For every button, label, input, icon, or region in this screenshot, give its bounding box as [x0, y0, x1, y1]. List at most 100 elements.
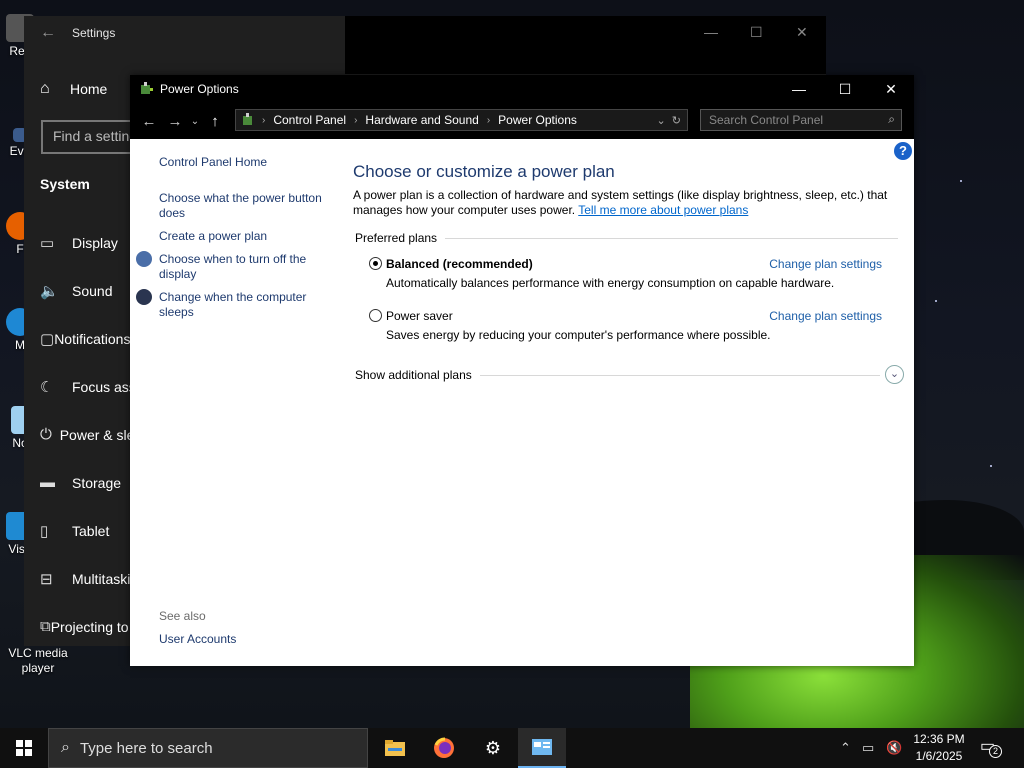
- breadcrumb-hardware-sound[interactable]: Hardware and Sound: [365, 113, 478, 127]
- settings-item-label: Sound: [72, 283, 113, 299]
- windows-logo-icon: [16, 740, 32, 756]
- file-explorer-icon: [385, 740, 405, 756]
- breadcrumb-separator-icon: ›: [354, 114, 358, 126]
- balanced-radio[interactable]: [369, 257, 382, 270]
- storage-icon: ▬: [40, 474, 55, 491]
- back-arrow-icon[interactable]: ←: [136, 113, 162, 130]
- home-icon: ⌂: [40, 80, 50, 97]
- volume-muted-icon[interactable]: 🔇: [886, 740, 902, 756]
- main-content: ? Choose or customize a power plan A pow…: [353, 139, 914, 666]
- page-title: Choose or customize a power plan: [353, 162, 615, 181]
- search-control-panel-input[interactable]: Search Control Panel ⌕: [700, 109, 902, 131]
- power-titlebar: Power Options — ☐ ✕: [130, 75, 914, 103]
- settings-home[interactable]: ⌂ Home: [40, 80, 107, 98]
- firefox-icon: [434, 737, 454, 758]
- settings-home-label: Home: [70, 81, 108, 97]
- navigation-bar: ← → ⌄ ↑ › Control Panel › Hardware and S…: [130, 103, 914, 139]
- firefox-button[interactable]: [420, 728, 468, 768]
- file-explorer-button[interactable]: [371, 728, 419, 768]
- plan-name[interactable]: Power saver: [386, 309, 453, 323]
- plan-description: Automatically balances performance with …: [386, 276, 835, 290]
- minimize-button[interactable]: —: [704, 24, 718, 40]
- multitasking-icon: ⊟: [40, 571, 53, 588]
- settings-title: Settings: [72, 26, 116, 40]
- close-button[interactable]: ✕: [868, 75, 914, 103]
- minimize-button[interactable]: —: [776, 75, 822, 103]
- address-dropdown-refresh[interactable]: ⌄ ↻: [656, 114, 681, 127]
- taskbar-search-input[interactable]: ⌕ Type here to search: [48, 728, 368, 768]
- breadcrumb-separator-icon: ›: [486, 114, 491, 126]
- power-saver-radio[interactable]: [369, 309, 382, 322]
- power-icon: ⏻: [40, 426, 52, 443]
- computer-sleeps-link[interactable]: Change when the computer sleeps: [159, 290, 334, 320]
- user-accounts-link[interactable]: User Accounts: [159, 632, 236, 646]
- plan-description: Saves energy by reducing your computer's…: [386, 328, 771, 342]
- recent-locations-chevron-icon[interactable]: ⌄: [188, 116, 202, 127]
- clock[interactable]: 12:36 PM 1/6/2025: [910, 731, 968, 765]
- network-icon[interactable]: ▭: [862, 740, 874, 756]
- chevron-down-icon[interactable]: ⌄: [656, 115, 665, 127]
- up-arrow-icon[interactable]: ↑: [202, 113, 228, 130]
- power-button-link[interactable]: Choose what the power button does: [159, 191, 334, 221]
- breadcrumb-separator-icon: ›: [262, 114, 266, 126]
- back-arrow-icon[interactable]: ←: [24, 24, 72, 42]
- search-icon: ⌕: [61, 739, 70, 756]
- turn-off-display-link[interactable]: Choose when to turn off the display: [159, 252, 334, 282]
- desktop-icon-label: VLC media player: [8, 646, 68, 675]
- left-navigation: Control Panel Home Choose what the power…: [130, 139, 340, 666]
- additional-plans-section[interactable]: Show additional plans: [355, 368, 880, 382]
- settings-gear-icon: ⚙: [484, 737, 502, 758]
- taskbar-search-placeholder: Type here to search: [79, 739, 213, 757]
- address-bar[interactable]: › Control Panel › Hardware and Sound › P…: [235, 109, 688, 131]
- sleep-moon-icon: [136, 289, 152, 305]
- star: [990, 465, 992, 467]
- star: [960, 180, 962, 182]
- plan-name[interactable]: Balanced (recommended): [386, 257, 533, 271]
- maximize-button[interactable]: ☐: [822, 75, 868, 103]
- expand-chevron-icon[interactable]: ⌄: [885, 365, 904, 384]
- power-options-icon: [141, 82, 153, 94]
- notification-count-badge: 2: [989, 745, 1002, 758]
- control-panel-icon: [243, 113, 252, 125]
- settings-item-label: Tablet: [72, 523, 110, 539]
- forward-arrow-icon[interactable]: →: [162, 113, 188, 130]
- power-options-window: Power Options — ☐ ✕ ← → ⌄ ↑ › Control Pa…: [130, 75, 914, 666]
- notifications-icon: ▢: [40, 331, 55, 348]
- tablet-icon: ▯: [40, 523, 49, 540]
- breadcrumb-control-panel[interactable]: Control Panel: [273, 113, 346, 127]
- section-divider: [445, 237, 898, 239]
- search-icon[interactable]: ⌕: [888, 112, 895, 127]
- preferred-plans-label: Preferred plans: [355, 231, 438, 245]
- change-plan-settings-link[interactable]: Change plan settings: [769, 257, 882, 271]
- control-panel-home-link[interactable]: Control Panel Home: [159, 155, 334, 170]
- action-center-button[interactable]: ▭ 2: [980, 736, 1002, 758]
- taskbar: ⌕ Type here to search ⚙ ⌃ ▭ 🔇 12:36 PM 1…: [0, 728, 1024, 768]
- power-title: Power Options: [160, 82, 239, 96]
- display-icon: ▭: [40, 235, 55, 252]
- chevron-up-icon[interactable]: ⌃: [840, 740, 851, 756]
- change-plan-settings-link[interactable]: Change plan settings: [769, 309, 882, 323]
- focus-assist-icon: ☾: [40, 379, 54, 396]
- see-also-heading: See also: [159, 609, 206, 623]
- maximize-button[interactable]: ☐: [750, 24, 763, 41]
- control-panel-icon: [532, 739, 552, 755]
- settings-item-label: Storage: [72, 474, 122, 491]
- create-power-plan-link[interactable]: Create a power plan: [159, 229, 334, 244]
- breadcrumb-power-options[interactable]: Power Options: [498, 113, 577, 127]
- control-panel-button[interactable]: [518, 728, 566, 768]
- learn-more-link[interactable]: Tell me more about power plans: [578, 203, 748, 217]
- help-icon[interactable]: ?: [894, 142, 912, 160]
- start-button[interactable]: [0, 728, 48, 768]
- additional-plans-label[interactable]: Show additional plans: [355, 368, 472, 382]
- settings-button[interactable]: ⚙: [469, 728, 517, 768]
- preferred-plans-section: Preferred plans: [355, 231, 898, 245]
- projecting-icon: ⧉: [40, 618, 51, 635]
- section-divider: [479, 374, 880, 376]
- page-description: A power plan is a collection of hardware…: [353, 188, 898, 218]
- clock-time: 12:36 PM: [913, 732, 965, 746]
- close-button[interactable]: ✕: [796, 24, 808, 41]
- refresh-icon[interactable]: ↻: [672, 115, 681, 127]
- search-placeholder: Search Control Panel: [709, 113, 824, 127]
- desktop-icon-label: F: [16, 242, 24, 256]
- clock-date: 1/6/2025: [915, 749, 963, 763]
